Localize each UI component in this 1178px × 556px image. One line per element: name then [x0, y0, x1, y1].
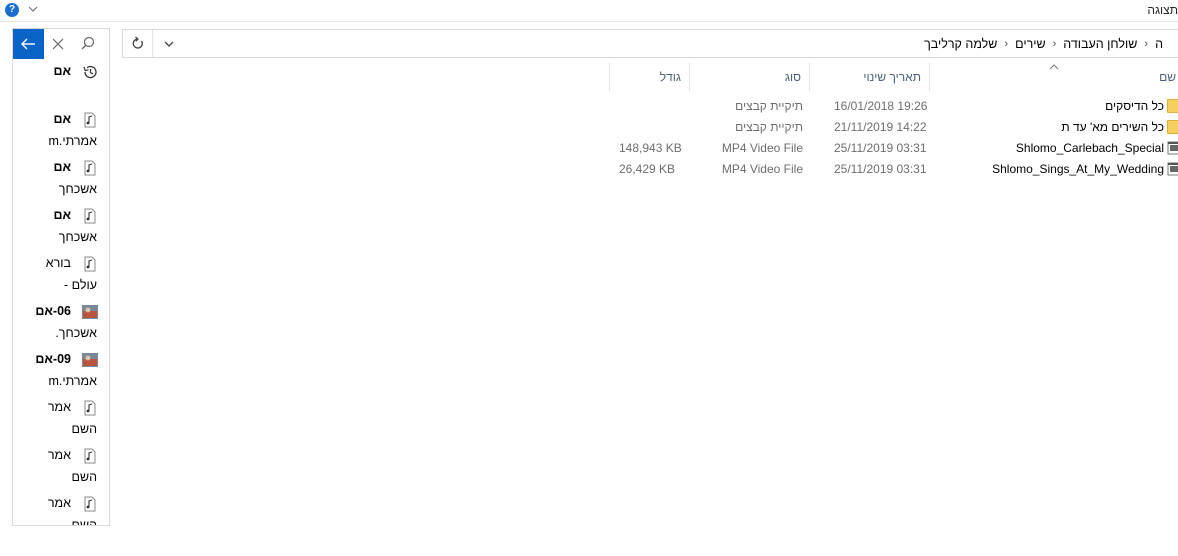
search-result-subtitle: אמרתי.m — [48, 134, 97, 148]
file-name: כל השירים מא' עד ת — [1061, 120, 1164, 134]
chevron-down-icon[interactable] — [27, 3, 39, 15]
file-type: MP4 Video File — [721, 141, 803, 155]
search-result-subtitle: אמרתי.m — [48, 374, 97, 388]
file-size: 148,943 KB — [619, 141, 682, 155]
file-modified: 25/11/2019 03:31 — [834, 162, 927, 176]
search-result-title: אמר — [47, 496, 71, 510]
pane-header — [13, 29, 109, 59]
file-size: 26,429 KB — [619, 162, 676, 176]
sort-ascending-icon — [1049, 64, 1059, 70]
search-result-item[interactable]: בורא עולם - — [13, 253, 109, 301]
title-strip: ? תצוגה — [0, 0, 1178, 22]
column-header-size[interactable]: גודל — [609, 63, 689, 91]
file-name: Shlomo_Sings_At_My_Wedding — [992, 162, 1164, 176]
refresh-icon — [132, 36, 143, 49]
address-dropdown-button[interactable] — [155, 30, 183, 57]
search-result-item[interactable]: אם — [13, 61, 109, 109]
column-headers: גודל סוג תאריך שינוי שם — [609, 63, 1178, 91]
search-result-item[interactable]: 06-אם אשכחך. — [13, 301, 109, 349]
audio-file-icon — [81, 255, 99, 273]
search-icon[interactable] — [79, 35, 97, 53]
search-result-title: אמר — [47, 448, 71, 462]
search-result-item[interactable]: אם אמרתי.m — [13, 109, 109, 157]
search-result-item[interactable]: אמר השם — [13, 397, 109, 445]
search-result-item[interactable]: אם אשכחך — [13, 157, 109, 205]
back-button[interactable] — [13, 29, 44, 59]
search-result-subtitle: עולם - — [63, 278, 97, 292]
column-header-modified[interactable]: תאריך שינוי — [809, 63, 929, 91]
search-result-item[interactable]: אמר השם — [13, 445, 109, 493]
search-result-subtitle: השם — [71, 422, 97, 436]
search-results-pane: אם אם אמרתי.m אם אשכחך אם אשכחך בורא עולם - 06-אם… — [12, 28, 110, 526]
search-result-subtitle: אשכחך — [58, 230, 97, 244]
search-result-title: אם — [53, 208, 71, 222]
file-modified: 21/11/2019 14:22 — [834, 120, 927, 134]
column-header-label: תאריך שינוי — [863, 70, 921, 84]
album-art-icon — [81, 351, 99, 369]
file-row[interactable]: כל השירים מא' עד ת 21/11/2019 14:22 תיקיית… — [609, 117, 1178, 138]
search-result-subtitle: אשכחך. — [55, 326, 97, 340]
search-result-item[interactable]: 09-אם אמרתי.m — [13, 349, 109, 397]
breadcrumb-separator-icon[interactable]: › — [1141, 38, 1151, 50]
folder-icon — [1167, 120, 1178, 134]
search-result-subtitle: השם — [71, 470, 97, 484]
file-type: תיקיית קבצים — [735, 120, 803, 134]
breadcrumb: ה › שולחן העבודה › שירים › שלמה קרליבך — [920, 30, 1167, 57]
file-modified: 16/01/2018 19:26 — [834, 99, 928, 113]
breadcrumb-separator-icon[interactable]: › — [1001, 38, 1011, 50]
search-result-subtitle: השם — [71, 518, 97, 526]
back-arrow-icon — [21, 38, 35, 50]
tab-view[interactable]: תצוגה — [1147, 3, 1178, 17]
file-type: תיקיית קבצים — [735, 99, 803, 113]
video-file-icon — [1167, 141, 1178, 155]
album-art-icon — [81, 303, 99, 321]
breadcrumb-item-current[interactable]: שלמה קרליבך — [920, 37, 1001, 51]
breadcrumb-item[interactable]: שירים — [1011, 37, 1050, 51]
column-header-label: סוג — [784, 70, 801, 84]
column-header-label: גודל — [659, 70, 681, 84]
address-bar[interactable]: ה › שולחן העבודה › שירים › שלמה קרליבך — [122, 29, 1178, 58]
file-row[interactable]: Shlomo_Carlebach_Special 25/11/2019 03:31… — [609, 138, 1178, 159]
audio-file-icon — [81, 399, 99, 417]
search-result-item[interactable]: אמר השם — [13, 493, 109, 526]
breadcrumb-item[interactable]: ה — [1151, 37, 1167, 51]
refresh-button[interactable] — [123, 30, 153, 57]
audio-file-icon — [81, 159, 99, 177]
search-result-title: 09-אם — [35, 352, 71, 366]
search-result-title: אם — [53, 64, 71, 78]
breadcrumb-item[interactable]: שולחן העבודה — [1059, 37, 1141, 51]
audio-file-icon — [81, 447, 99, 465]
help-icon[interactable]: ? — [5, 3, 19, 17]
close-icon[interactable] — [49, 35, 67, 53]
history-icon — [81, 63, 99, 81]
audio-file-icon — [81, 111, 99, 129]
breadcrumb-separator-icon[interactable]: › — [1050, 38, 1060, 50]
file-type: MP4 Video File — [721, 162, 803, 176]
file-modified: 25/11/2019 03:31 — [834, 141, 927, 155]
search-result-item[interactable]: אם אשכחך — [13, 205, 109, 253]
search-result-subtitle: אשכחך — [58, 182, 97, 196]
search-result-title: אם — [53, 112, 71, 126]
search-result-title: בורא — [45, 256, 71, 270]
audio-file-icon — [81, 495, 99, 513]
audio-file-icon — [81, 207, 99, 225]
file-name: כל הדיסקים — [1105, 99, 1164, 113]
file-row[interactable]: כל הדיסקים 16/01/2018 19:26 תיקיית קבצים — [609, 96, 1178, 117]
search-result-title: 06-אם — [35, 304, 71, 318]
folder-icon — [1167, 99, 1178, 113]
file-name: Shlomo_Carlebach_Special — [1015, 141, 1164, 155]
chevron-down-icon — [164, 41, 174, 47]
video-file-icon — [1167, 162, 1178, 176]
file-row[interactable]: Shlomo_Sings_At_My_Wedding 25/11/2019 03:… — [609, 159, 1178, 180]
column-header-type[interactable]: סוג — [689, 63, 809, 91]
column-header-label: שם — [1159, 70, 1176, 84]
search-result-title: אם — [53, 160, 71, 174]
search-result-title: אמר — [47, 400, 71, 414]
